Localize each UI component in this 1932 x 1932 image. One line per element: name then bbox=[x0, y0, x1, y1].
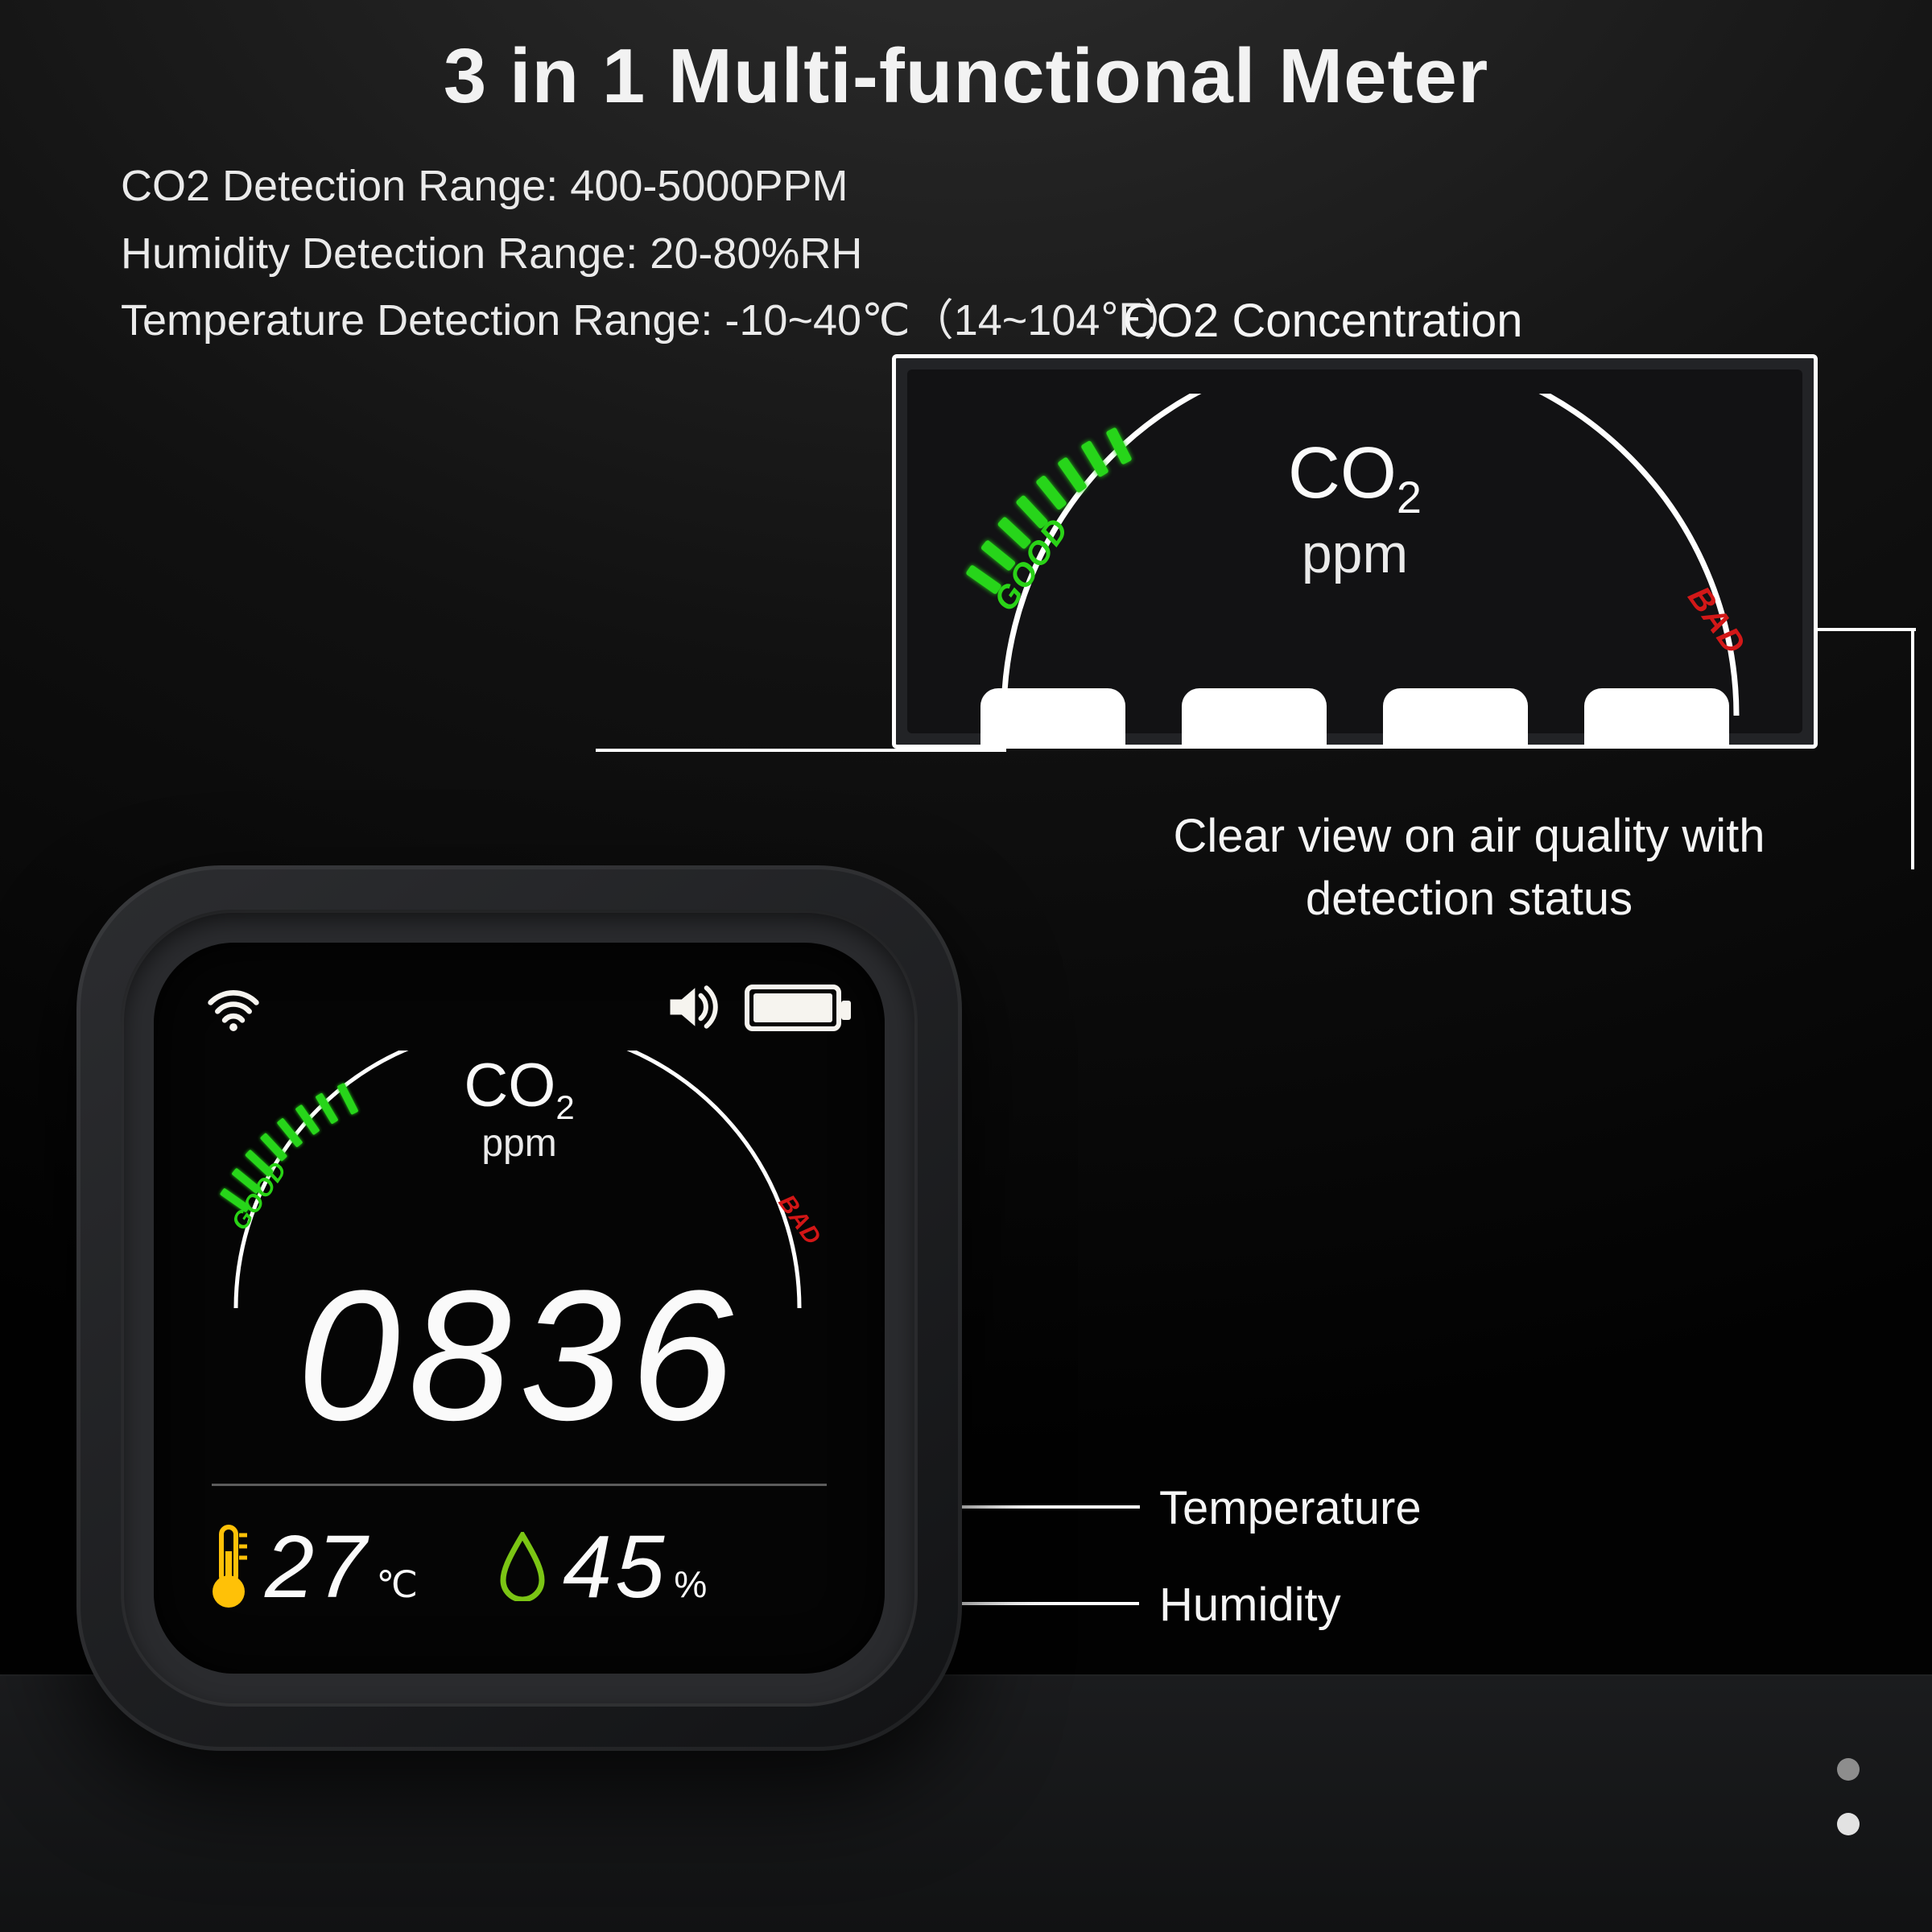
wifi-icon bbox=[205, 980, 262, 1036]
droplet-icon bbox=[497, 1532, 548, 1601]
humidity-value: 45 bbox=[563, 1516, 667, 1618]
device-screen: CO2 ppm GOOD BAD bbox=[154, 943, 885, 1674]
spec-temperature: Temperature Detection Range: -10~40℃（14~… bbox=[121, 287, 1187, 355]
temperature-unit: ℃ bbox=[376, 1563, 418, 1614]
temperature-value: 27 bbox=[265, 1516, 369, 1618]
leader-line bbox=[596, 749, 1006, 752]
co2-readout: 0836 bbox=[154, 1249, 885, 1462]
callout-co2-concentration: CO2 Concentration bbox=[1123, 294, 1522, 348]
battery-icon bbox=[745, 985, 841, 1031]
divider bbox=[212, 1484, 827, 1486]
temperature-reading: 27 ℃ bbox=[265, 1516, 418, 1618]
panel-screen: CO2 ppm GOOD BAD bbox=[907, 369, 1802, 733]
leader-line bbox=[1911, 628, 1914, 869]
thermometer-icon bbox=[207, 1522, 250, 1611]
callout-temperature: Temperature bbox=[1159, 1481, 1422, 1535]
humidity-reading: 45 % bbox=[563, 1516, 707, 1618]
co2-subscript: 2 bbox=[1397, 472, 1422, 522]
callout-clear-view: Clear view on air quality with detection… bbox=[1123, 805, 1815, 931]
digit-placeholders bbox=[907, 688, 1802, 745]
meter-device: CO2 ppm GOOD BAD bbox=[76, 865, 962, 1751]
spec-humidity: Humidity Detection Range: 20-80%RH bbox=[121, 221, 1187, 288]
carousel-dots bbox=[1837, 1758, 1860, 1835]
spec-list: CO2 Detection Range: 400-5000PPM Humidit… bbox=[121, 153, 1187, 355]
spec-co2: CO2 Detection Range: 400-5000PPM bbox=[121, 153, 1187, 221]
co2-text: CO bbox=[1288, 433, 1397, 514]
co2-text: CO bbox=[464, 1051, 555, 1120]
gauge-ppm-label: ppm bbox=[212, 1121, 827, 1166]
bottom-readings: 27 ℃ 45 % bbox=[207, 1506, 832, 1627]
product-infographic: 3 in 1 Multi-functional Meter CO2 Detect… bbox=[0, 0, 1932, 1932]
carousel-dot[interactable] bbox=[1837, 1758, 1860, 1781]
page-title: 3 in 1 Multi-functional Meter bbox=[0, 32, 1932, 121]
callout-humidity: Humidity bbox=[1159, 1578, 1341, 1632]
co2-detail-panel: CO2 ppm GOOD BAD bbox=[892, 354, 1818, 749]
carousel-dot-active[interactable] bbox=[1837, 1813, 1860, 1835]
speaker-icon bbox=[663, 976, 724, 1038]
humidity-unit: % bbox=[674, 1563, 707, 1614]
